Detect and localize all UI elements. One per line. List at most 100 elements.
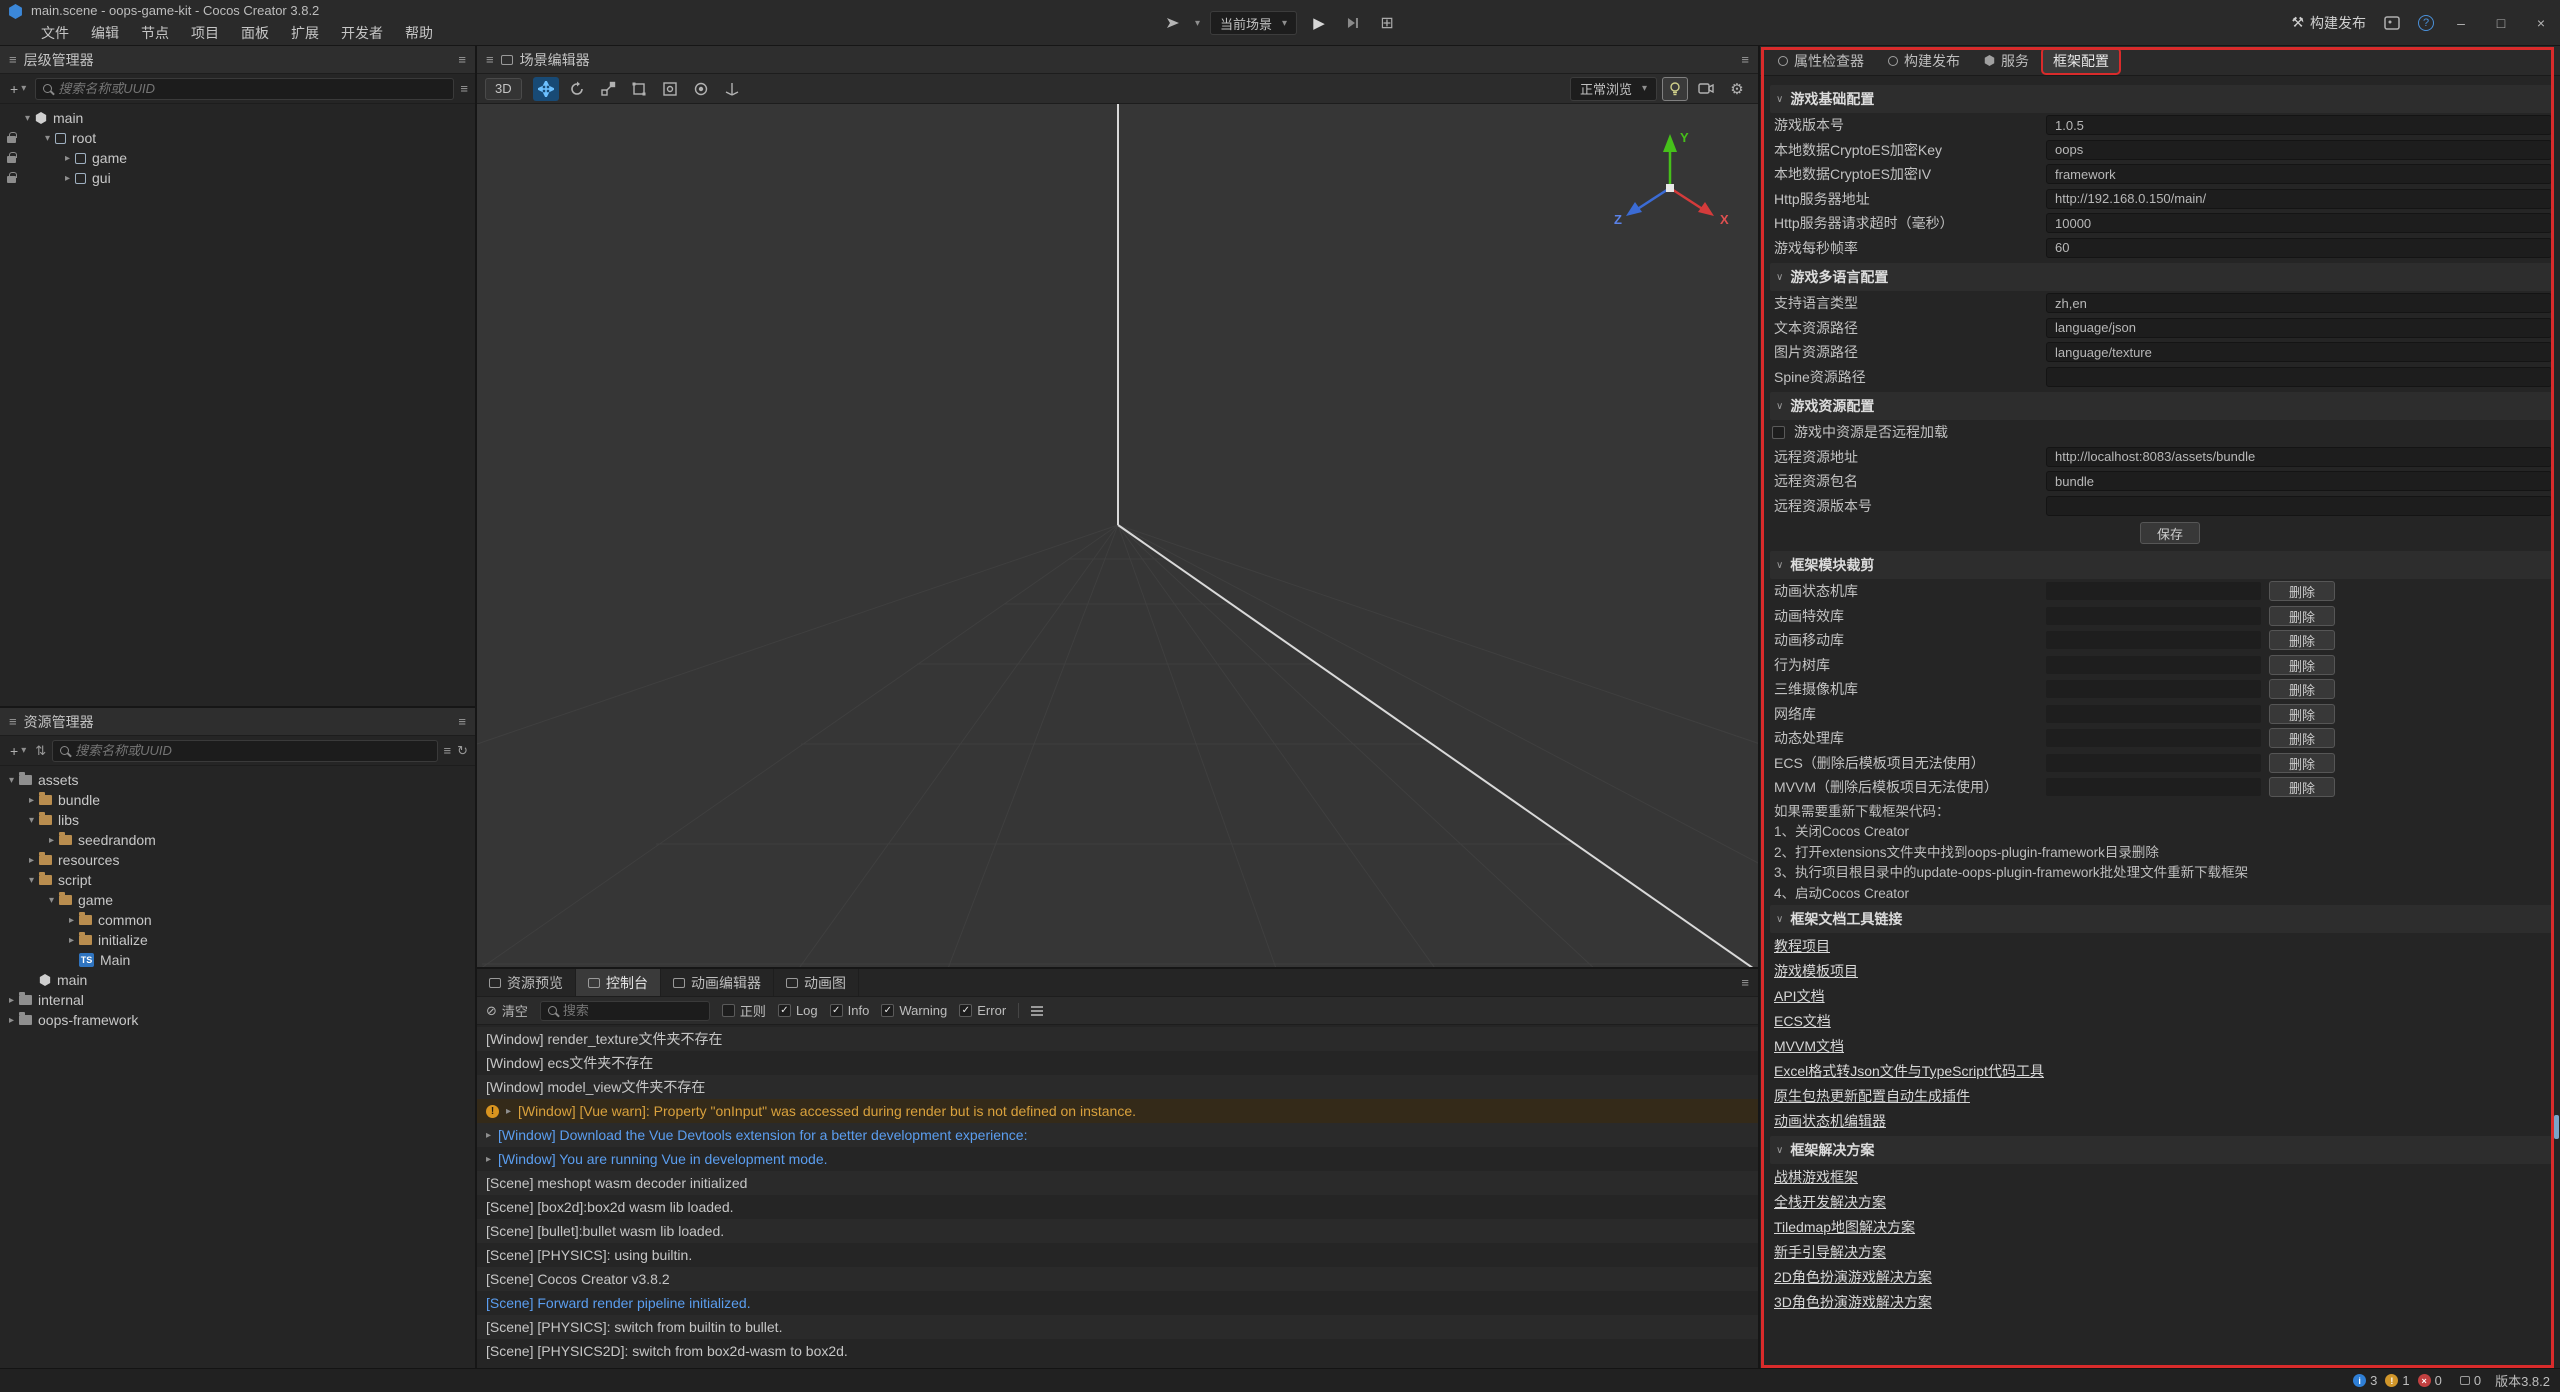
assets-search-box[interactable] [52,740,437,762]
refresh-icon[interactable]: ↻ [457,743,468,759]
doc-link[interactable]: 教程项目 [1770,933,2552,958]
log-row[interactable]: [Window] render_texture文件夹不存在 [477,1027,1758,1051]
chevron-right-icon[interactable]: ▸ [24,855,39,866]
field-input[interactable]: framework [2046,164,2552,184]
tree-row[interactable]: ▾libs [0,810,475,830]
error-count-badge[interactable]: × 0 [2418,1373,2442,1388]
module-input[interactable] [2046,778,2261,796]
doc-link[interactable]: 动画状态机编辑器 [1770,1108,2552,1133]
section-header[interactable]: ∨框架模块裁剪 [1770,551,2552,579]
delete-button[interactable]: 删除 [2269,655,2335,675]
tree-row[interactable]: ▾assets [0,770,475,790]
inspector-tab[interactable]: 框架配置 [2043,49,2119,73]
tree-row[interactable]: TSMain [0,950,475,970]
checkbox[interactable]: ✓ [778,1004,791,1017]
menu-item[interactable]: 编辑 [81,21,129,45]
scene-select[interactable]: 当前场景 ▾ [1210,11,1297,35]
menu-item[interactable]: 面板 [231,21,279,45]
log-row[interactable]: [Scene] [PHYSICS]: using builtin. [477,1243,1758,1267]
section-header[interactable]: ∨框架解决方案 [1770,1136,2552,1164]
chevron-right-icon[interactable]: ▸ [24,795,39,806]
doc-link[interactable]: 2D角色扮演游戏解决方案 [1770,1264,2552,1289]
delete-button[interactable]: 删除 [2269,630,2335,650]
module-input[interactable] [2046,729,2261,747]
chevron-right-icon[interactable]: ▸ [4,1015,19,1026]
menu-item[interactable]: 文件 [31,21,79,45]
module-input[interactable] [2046,680,2261,698]
tree-row[interactable]: ▸bundle [0,790,475,810]
doc-link[interactable]: 新手引导解决方案 [1770,1239,2552,1264]
tree-row[interactable]: ▾script [0,870,475,890]
menu-item[interactable]: 帮助 [395,21,443,45]
transform-gizmo-button[interactable] [657,77,683,101]
menu-item[interactable]: 扩展 [281,21,329,45]
checkbox[interactable]: ✓ [830,1004,843,1017]
preview-caret-icon[interactable]: ▾ [1195,18,1200,29]
field-input[interactable]: language/texture [2046,342,2552,362]
sort-icon[interactable]: ⇅ [35,743,46,759]
editor-preview-icon[interactable] [2380,11,2404,35]
layout-grid-icon[interactable]: ⊞ [1375,11,1399,35]
hierarchy-search-input[interactable] [58,81,446,96]
log-row[interactable]: [Scene] [box2d]:box2d wasm lib loaded. [477,1195,1758,1219]
field-input[interactable] [2046,367,2552,387]
doc-link[interactable]: 战棋游戏框架 [1770,1164,2552,1189]
log-row[interactable]: [Scene] meshopt wasm decoder initialized [477,1171,1758,1195]
log-row[interactable]: [Window] model_view文件夹不存在 [477,1075,1758,1099]
delete-button[interactable]: 删除 [2269,777,2335,797]
doc-link[interactable]: 3D角色扮演游戏解决方案 [1770,1289,2552,1314]
log-row[interactable]: ▸[Window] You are running Vue in develop… [477,1147,1758,1171]
filter-toggle[interactable]: ✓Info [830,1003,870,1018]
field-input[interactable]: 10000 [2046,213,2552,233]
doc-link[interactable]: Excel格式转Json文件与TypeScript代码工具 [1770,1058,2552,1083]
scene-viewport[interactable]: Y X Z [477,104,1758,967]
doc-link[interactable]: 原生包热更新配置自动生成插件 [1770,1083,2552,1108]
log-row[interactable]: [Window] ecs文件夹不存在 [477,1051,1758,1075]
rotate-tool-button[interactable] [564,77,590,101]
tree-row[interactable]: ▾game [0,890,475,910]
tree-row[interactable]: ▸seedrandom [0,830,475,850]
scale-tool-button[interactable] [595,77,621,101]
panel-menu-icon[interactable]: ≡ [458,52,466,67]
filter-toggle[interactable]: ✓Warning [881,1003,947,1018]
field-input[interactable]: zh,en [2046,293,2552,313]
log-count-badge[interactable]: i 3 [2353,1373,2377,1388]
filter-toggle[interactable]: ✓Error [959,1003,1006,1018]
chevron-down-icon[interactable]: ▾ [24,875,39,886]
panel-menu-icon[interactable]: ≡ [458,714,466,729]
chevron-right-icon[interactable]: ▸ [60,173,75,184]
scene-light-icon[interactable] [1662,77,1688,101]
inspector-tab[interactable]: 构建发布 [1878,49,1970,73]
maximize-button[interactable]: □ [2488,15,2514,31]
menu-item[interactable]: 节点 [131,21,179,45]
tree-row[interactable]: ▾root [0,128,475,148]
module-input[interactable] [2046,705,2261,723]
chevron-down-icon[interactable]: ▾ [4,775,19,786]
server-badge[interactable]: 0 [2460,1373,2481,1388]
log-row[interactable]: [Scene] [PHYSICS2D]: switch from box2d-w… [477,1339,1758,1363]
module-input[interactable] [2046,631,2261,649]
log-row[interactable]: ▸[Window] Download the Vue Devtools exte… [477,1123,1758,1147]
tree-row[interactable]: ▸initialize [0,930,475,950]
chevron-right-icon[interactable]: ▸ [4,995,19,1006]
console-tab[interactable]: 资源预览 [477,969,576,996]
doc-link[interactable]: MVVM文档 [1770,1033,2552,1058]
inspector-tab[interactable]: 服务 [1974,49,2039,73]
help-icon[interactable]: ? [2418,15,2434,31]
section-header[interactable]: ∨游戏多语言配置 [1770,263,2552,291]
console-search-input[interactable] [563,1003,702,1018]
filter-toggle[interactable]: 正则 [722,1001,766,1020]
tree-row[interactable]: ▾main [0,108,475,128]
field-input[interactable]: http://192.168.0.150/main/ [2046,189,2552,209]
build-publish-button[interactable]: ⚒ 构建发布 [2291,13,2366,33]
chevron-right-icon[interactable]: ▸ [64,935,79,946]
console-tab[interactable]: 动画图 [774,969,859,996]
doc-link[interactable]: Tiledmap地图解决方案 [1770,1214,2552,1239]
console-tab[interactable]: 动画编辑器 [661,969,774,996]
section-header[interactable]: ∨游戏基础配置 [1770,85,2552,113]
field-input[interactable]: bundle [2046,471,2552,491]
axis-gizmo[interactable]: Y X Z [1590,124,1750,254]
mode-3d-button[interactable]: 3D [485,78,522,100]
rect-tool-button[interactable] [626,77,652,101]
section-header[interactable]: ∨框架文档工具链接 [1770,905,2552,933]
